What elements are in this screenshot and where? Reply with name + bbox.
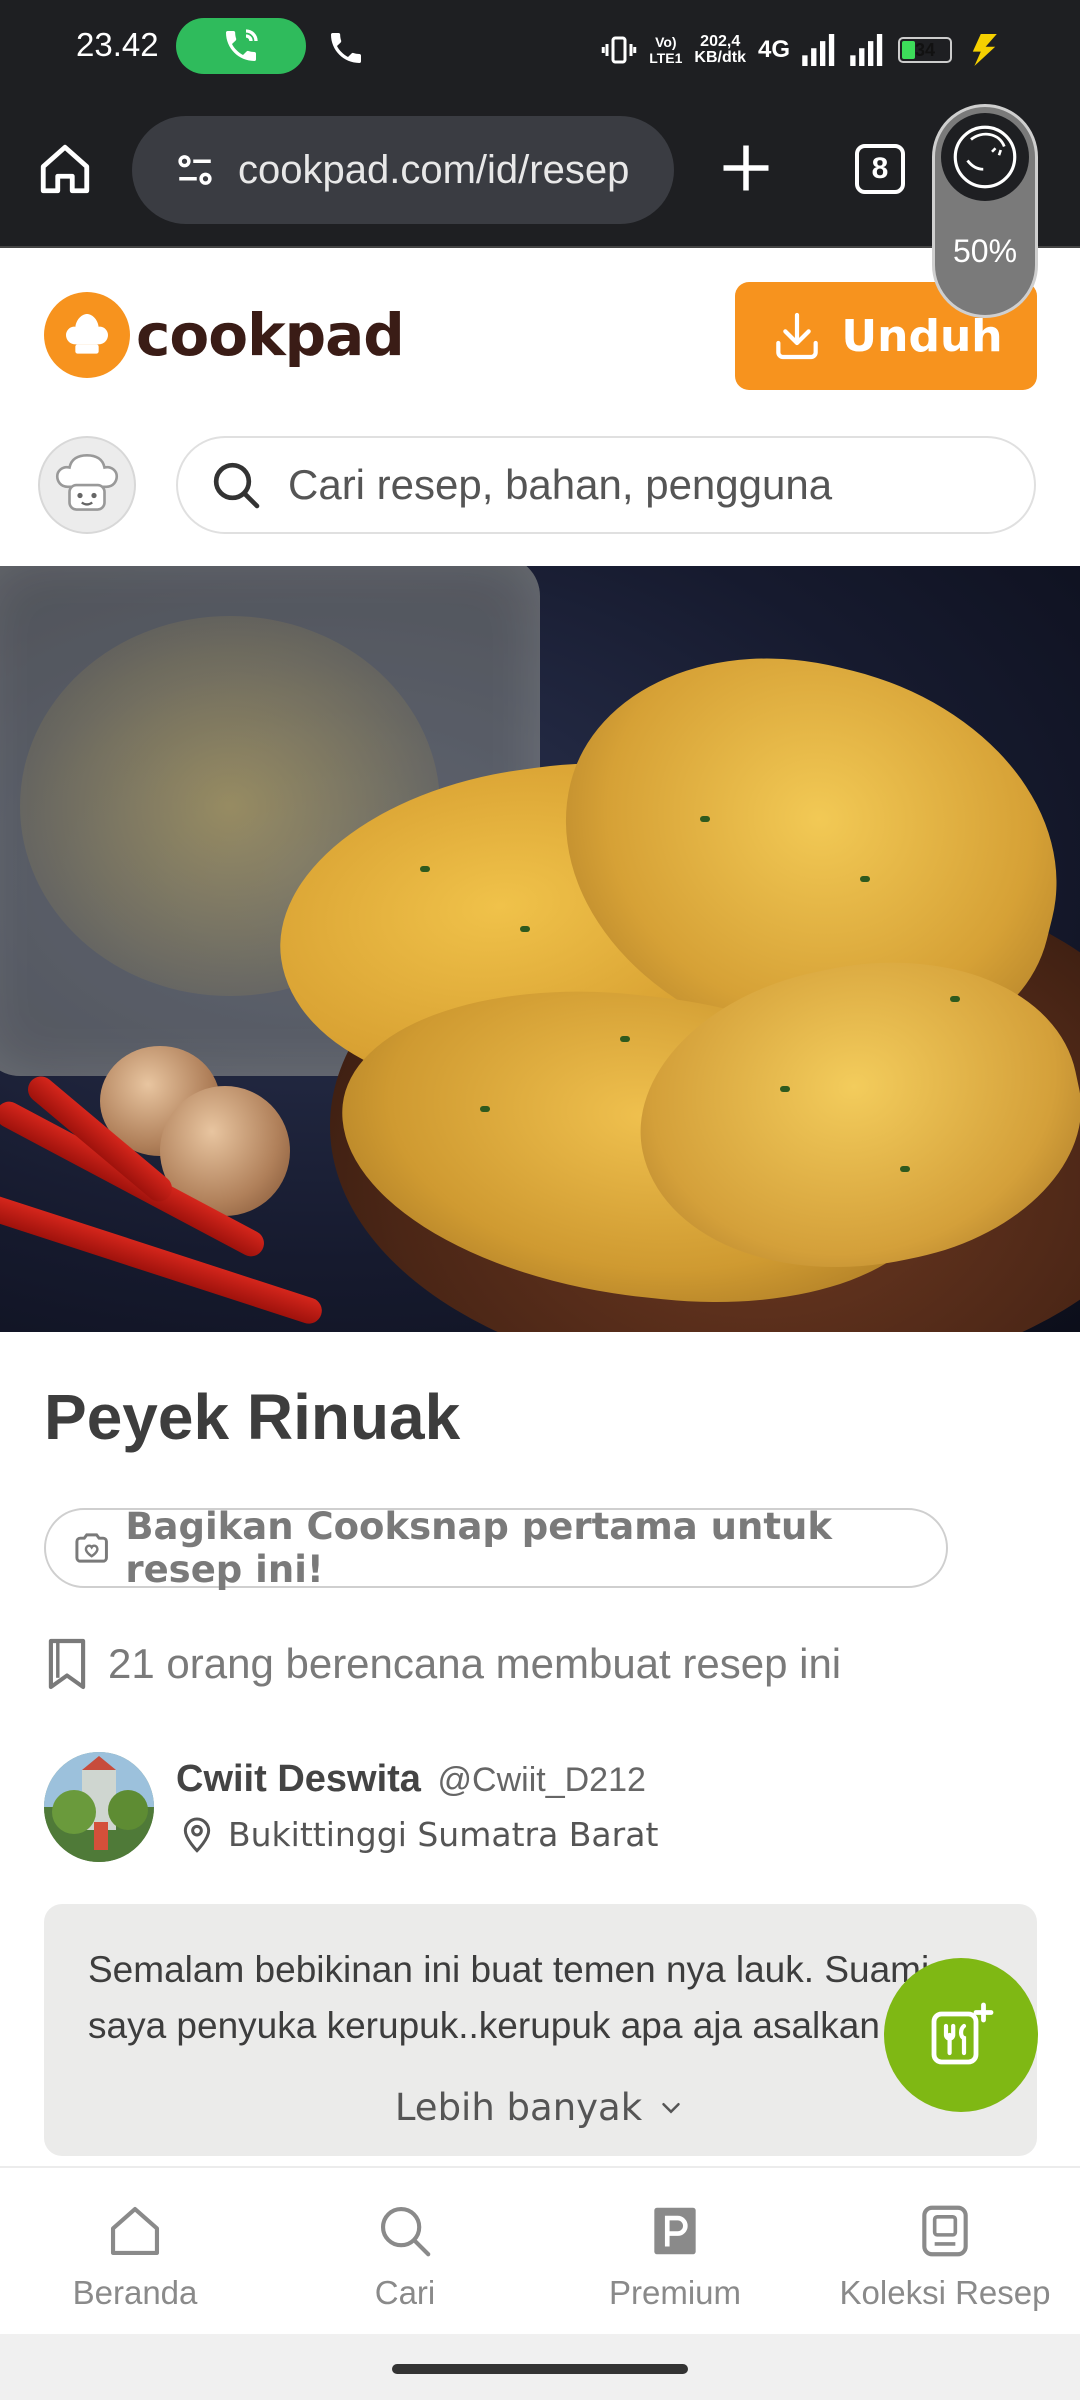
ongoing-call-indicator[interactable] xyxy=(176,18,306,74)
tab-switcher-button[interactable]: 8 xyxy=(855,144,905,194)
planners-text: 21 orang berencana membuat resep ini xyxy=(108,1640,842,1687)
search-icon xyxy=(380,2206,431,2257)
charging-icon xyxy=(972,34,997,66)
chef-hat-logo-icon xyxy=(44,292,130,378)
camera-heart-icon xyxy=(75,1533,108,1563)
new-tab-icon[interactable] xyxy=(716,138,776,198)
cookpad-logo[interactable]: cookpad xyxy=(44,292,405,378)
planners-count: 21 orang berencana membuat resep ini xyxy=(44,1636,841,1692)
site-settings-icon[interactable] xyxy=(174,149,216,191)
nav-premium[interactable]: Premium xyxy=(540,2168,810,2334)
cookpad-wordmark: cookpad xyxy=(136,301,405,369)
nav-premium-label: Premium xyxy=(608,2274,742,2311)
battery-indicator: 34 xyxy=(898,37,952,63)
add-recipe-icon xyxy=(931,2002,994,2065)
vibrate-icon xyxy=(601,36,637,64)
call-wifi-icon xyxy=(226,29,258,61)
download-label: Unduh xyxy=(841,310,1003,362)
author-location: Bukittinggi Sumatra Barat xyxy=(180,1814,658,1854)
share-cooksnap-button[interactable]: Bagikan Cooksnap pertama untuk resep ini… xyxy=(44,1505,948,1591)
premium-icon xyxy=(654,2207,696,2255)
address-bar[interactable]: cookpad.com/id/resep xyxy=(132,116,674,224)
status-bar: 23.42 Vo) LTE1 202,4 KB/dtk 4G 34 xyxy=(0,0,1080,100)
download-icon xyxy=(776,312,819,360)
recipe-collection-icon xyxy=(922,2205,968,2257)
volte-indicator: Vo) LTE1 xyxy=(649,34,683,66)
battery-level: 34 xyxy=(914,40,936,60)
home-gesture-bar[interactable] xyxy=(392,2364,688,2374)
author-name[interactable]: Cwiit Deswita xyxy=(176,1758,421,1800)
system-gesture-area xyxy=(0,2334,1080,2400)
search-icon xyxy=(213,462,260,509)
assistant-overlay[interactable]: 50% xyxy=(932,104,1038,318)
status-indicators: Vo) LTE1 202,4 KB/dtk 4G 34 xyxy=(601,22,1004,78)
assistant-face-icon xyxy=(941,113,1029,201)
status-time: 23.42 xyxy=(76,26,159,63)
recipe-hero-image[interactable] xyxy=(0,566,1080,1332)
home-icon xyxy=(110,2206,160,2256)
recipe-description: Semalam bebikinan ini buat temen nya lau… xyxy=(88,1949,930,2046)
author-handle: @Cwiit_D212 xyxy=(437,1761,646,1799)
browser-toolbar: cookpad.com/id/resep 8 xyxy=(0,100,1080,248)
signal-icon xyxy=(802,34,835,66)
show-more-button[interactable]: Lebih banyak xyxy=(44,2086,1037,2129)
author-avatar[interactable] xyxy=(44,1752,154,1862)
nav-recipe-collection-label: Koleksi Resep xyxy=(839,2274,1051,2311)
nav-search-label: Cari xyxy=(374,2274,436,2311)
author-location-text: Bukittinggi Sumatra Barat xyxy=(228,1814,659,1854)
nav-search[interactable]: Cari xyxy=(270,2168,540,2334)
nav-recipe-collection[interactable]: Koleksi Resep xyxy=(810,2168,1080,2334)
bottom-navigation: Beranda Cari Premium Koleksi Resep xyxy=(0,2166,1080,2334)
user-avatar-button[interactable] xyxy=(38,436,136,534)
author-name-row[interactable]: Cwiit Deswita @Cwiit_D212 xyxy=(176,1758,646,1801)
add-recipe-fab[interactable] xyxy=(884,1958,1038,2112)
browser-home-icon[interactable] xyxy=(36,140,94,198)
network-type: 4G xyxy=(757,36,790,63)
chef-avatar-icon xyxy=(55,453,119,511)
cooksnap-label: Bagikan Cooksnap pertama untuk resep ini… xyxy=(125,1505,832,1591)
phone-icon xyxy=(331,33,361,63)
search-input[interactable]: Cari resep, bahan, pengguna xyxy=(176,436,1036,534)
recipe-title: Peyek Rinuak xyxy=(44,1381,461,1453)
assistant-percent: 50% xyxy=(952,233,1018,269)
nav-home-label: Beranda xyxy=(72,2274,198,2311)
search-placeholder: Cari resep, bahan, pengguna xyxy=(288,461,833,508)
location-pin-icon xyxy=(183,1817,211,1853)
bookmark-icon xyxy=(48,1638,86,1690)
chevron-down-icon xyxy=(662,2102,680,2114)
url-text: cookpad.com/id/resep xyxy=(238,147,630,192)
show-more-label: Lebih banyak xyxy=(394,2086,643,2129)
network-rate: 202,4 KB/dtk xyxy=(694,33,746,66)
site-header: cookpad Unduh Cari resep, bahan, penggun… xyxy=(0,250,1080,568)
nav-home[interactable]: Beranda xyxy=(0,2168,270,2334)
signal-icon-2 xyxy=(850,34,883,66)
